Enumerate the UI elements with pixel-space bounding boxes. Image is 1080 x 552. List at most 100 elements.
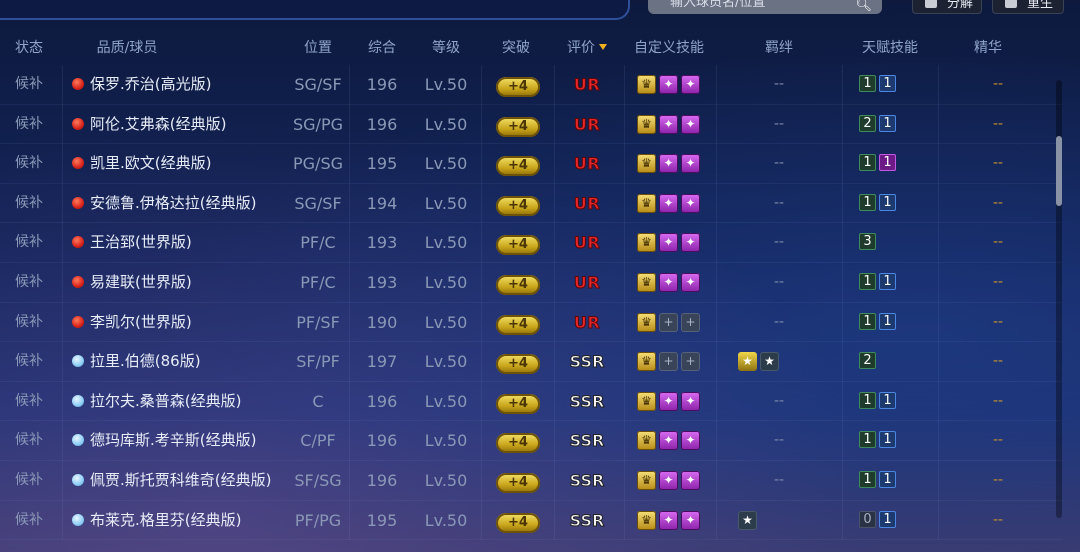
gold-skill-icon[interactable]: ♛ [637,312,656,332]
talent-badge[interactable]: 1 [859,312,876,330]
talent-badge[interactable]: 1 [879,312,896,330]
fetter-dim-icon[interactable]: ★ [760,352,779,372]
player-name-cell[interactable]: 布莱克.格里芬(经典版) [72,501,288,541]
talent-badge[interactable]: 1 [859,193,876,211]
purple-skill-icon[interactable]: ✦ [681,75,700,94]
purple-skill-icon[interactable]: ✦ [681,193,700,213]
search-icon[interactable]: 🔍︎ [855,0,872,17]
table-row[interactable]: 候补 佩贾.斯托贾科维奇(经典版) SF/SG 196 Lv.50 +4 SSR… [0,461,1062,501]
talent-badge[interactable]: 2 [859,114,876,132]
purple-skill-icon[interactable]: ✦ [659,75,678,94]
gold-skill-icon[interactable]: ♛ [637,510,656,530]
player-name-cell[interactable]: 保罗.乔治(高光版) [72,65,288,105]
table-row[interactable]: 候补 王治郅(世界版) PF/C 193 Lv.50 +4 UR ♛ ✦ ✦ -- … [0,223,1062,263]
rebirth-button[interactable]: 重生 [992,0,1064,14]
empty-skill-slot-icon[interactable]: + [681,352,700,372]
table-row[interactable]: 候补 安德鲁.伊格达拉(经典版) SG/SF 194 Lv.50 +4 UR ♛… [0,183,1062,224]
scrollbar[interactable] [1056,80,1062,518]
talent-badge[interactable]: 1 [859,471,876,488]
table-row[interactable]: 候补 德玛库斯.考辛斯(经典版) C/PF 196 Lv.50 +4 SSR ♛… [0,421,1062,461]
player-name-cell[interactable]: 安德鲁.伊格达拉(经典版) [72,184,288,224]
purple-skill-icon[interactable]: ✦ [659,510,678,530]
gold-skill-icon[interactable]: ♛ [637,352,656,372]
talent-badge[interactable]: 1 [879,193,896,211]
talent-badge[interactable]: 1 [859,273,876,290]
gold-skill-icon[interactable]: ♛ [637,154,656,174]
header-fetters[interactable]: 羁绊 [748,36,810,60]
search-input[interactable]: 输入球员名/位置 🔍︎ [648,0,882,14]
purple-skill-icon[interactable]: ✦ [681,233,700,253]
purple-skill-icon[interactable]: ✦ [681,471,700,490]
gold-skill-icon[interactable]: ♛ [637,114,656,134]
header-position[interactable]: 位置 [288,36,348,60]
player-name-cell[interactable]: 拉里.伯德(86版) [72,342,288,382]
table-row[interactable]: 候补 拉尔夫.桑普森(经典版) C 196 Lv.50 +4 SSR ♛ ✦ ✦ -… [0,381,1062,422]
talent-badge[interactable]: 1 [879,431,896,449]
gold-skill-icon[interactable]: ♛ [637,75,656,94]
table-row[interactable]: 候补 阿伦.艾弗森(经典版) SG/PG 196 Lv.50 +4 UR ♛ ✦ ✦… [0,104,1062,145]
empty-skill-slot-icon[interactable]: + [659,352,678,372]
player-name-cell[interactable]: 阿伦.艾弗森(经典版) [72,105,288,145]
talent-badge[interactable]: 1 [879,391,896,409]
header-custom-skills[interactable]: 自定义技能 [625,36,713,60]
table-row[interactable]: 候补 拉里.伯德(86版) SF/PF 197 Lv.50 +4 SSR ♛ + +… [0,342,1062,382]
gold-skill-icon[interactable]: ♛ [637,193,656,213]
empty-skill-slot-icon[interactable]: + [659,312,678,332]
talent-badge[interactable]: 1 [859,431,876,449]
talent-badge[interactable]: 1 [879,273,896,290]
header-rating[interactable]: 评价 [556,36,618,60]
talent-badge[interactable]: 1 [879,75,896,92]
talent-badge[interactable]: 1 [859,391,876,409]
talent-badge[interactable]: 2 [859,352,876,370]
talent-badge[interactable]: 1 [879,154,896,172]
talent-badge[interactable]: 1 [879,114,896,132]
header-overall[interactable]: 综合 [350,36,414,60]
talent-badge[interactable]: 1 [879,471,896,488]
gold-skill-icon[interactable]: ♛ [637,431,656,451]
fetter-star-icon[interactable]: ★ [738,352,757,372]
scrollbar-thumb[interactable] [1056,136,1062,206]
purple-skill-icon[interactable]: ✦ [681,273,700,292]
player-name-cell[interactable]: 王治郅(世界版) [72,223,288,263]
purple-skill-icon[interactable]: ✦ [659,114,678,134]
player-name-cell[interactable]: 德玛库斯.考辛斯(经典版) [72,421,288,461]
purple-skill-icon[interactable]: ✦ [659,154,678,174]
player-name-cell[interactable]: 佩贾.斯托贾科维奇(经典版) [72,461,288,501]
purple-skill-icon[interactable]: ✦ [659,273,678,292]
decompose-button[interactable]: 分解 [912,0,982,14]
header-status[interactable]: 状态 [0,36,58,60]
purple-skill-icon[interactable]: ✦ [681,510,700,530]
table-row[interactable]: 候补 保罗.乔治(高光版) SG/SF 196 Lv.50 +4 UR ♛ ✦ ✦ … [0,65,1062,105]
purple-skill-icon[interactable]: ✦ [681,391,700,411]
purple-skill-icon[interactable]: ✦ [659,391,678,411]
player-name-cell[interactable]: 李凯尔(世界版) [72,303,288,343]
header-essence[interactable]: 精华 [958,36,1018,60]
purple-skill-icon[interactable]: ✦ [681,114,700,134]
header-level[interactable]: 等级 [416,36,476,60]
purple-skill-icon[interactable]: ✦ [659,431,678,451]
talent-badge[interactable]: 1 [859,75,876,92]
talent-badge[interactable]: 3 [859,233,876,251]
purple-skill-icon[interactable]: ✦ [681,154,700,174]
header-talent-skills[interactable]: 天赋技能 [850,36,930,60]
table-row[interactable]: 候补 凯里.欧文(经典版) PG/SG 195 Lv.50 +4 UR ♛ ✦ ✦ … [0,144,1062,184]
player-name-cell[interactable]: 拉尔夫.桑普森(经典版) [72,382,288,422]
talent-badge[interactable]: 1 [879,510,896,528]
purple-skill-icon[interactable]: ✦ [659,471,678,490]
purple-skill-icon[interactable]: ✦ [659,193,678,213]
table-row[interactable]: 候补 易建联(世界版) PF/C 193 Lv.50 +4 UR ♛ ✦ ✦ -- … [0,263,1062,303]
player-name-cell[interactable]: 凯里.欧文(经典版) [72,144,288,184]
talent-badge[interactable]: 0 [859,510,876,528]
fetter-dim-icon[interactable]: ★ [738,510,757,530]
gold-skill-icon[interactable]: ♛ [637,233,656,253]
table-row[interactable]: 候补 李凯尔(世界版) PF/SF 190 Lv.50 +4 UR ♛ + + --… [0,302,1062,343]
table-row[interactable]: 候补 布莱克.格里芬(经典版) PF/PG 195 Lv.50 +4 SSR ♛… [0,500,1062,541]
empty-skill-slot-icon[interactable]: + [681,312,700,332]
gold-skill-icon[interactable]: ♛ [637,273,656,292]
header-breakthrough[interactable]: 突破 [486,36,546,60]
purple-skill-icon[interactable]: ✦ [659,233,678,253]
purple-skill-icon[interactable]: ✦ [681,431,700,451]
header-player[interactable]: 品质/球员 [62,36,192,60]
gold-skill-icon[interactable]: ♛ [637,471,656,490]
gold-skill-icon[interactable]: ♛ [637,391,656,411]
